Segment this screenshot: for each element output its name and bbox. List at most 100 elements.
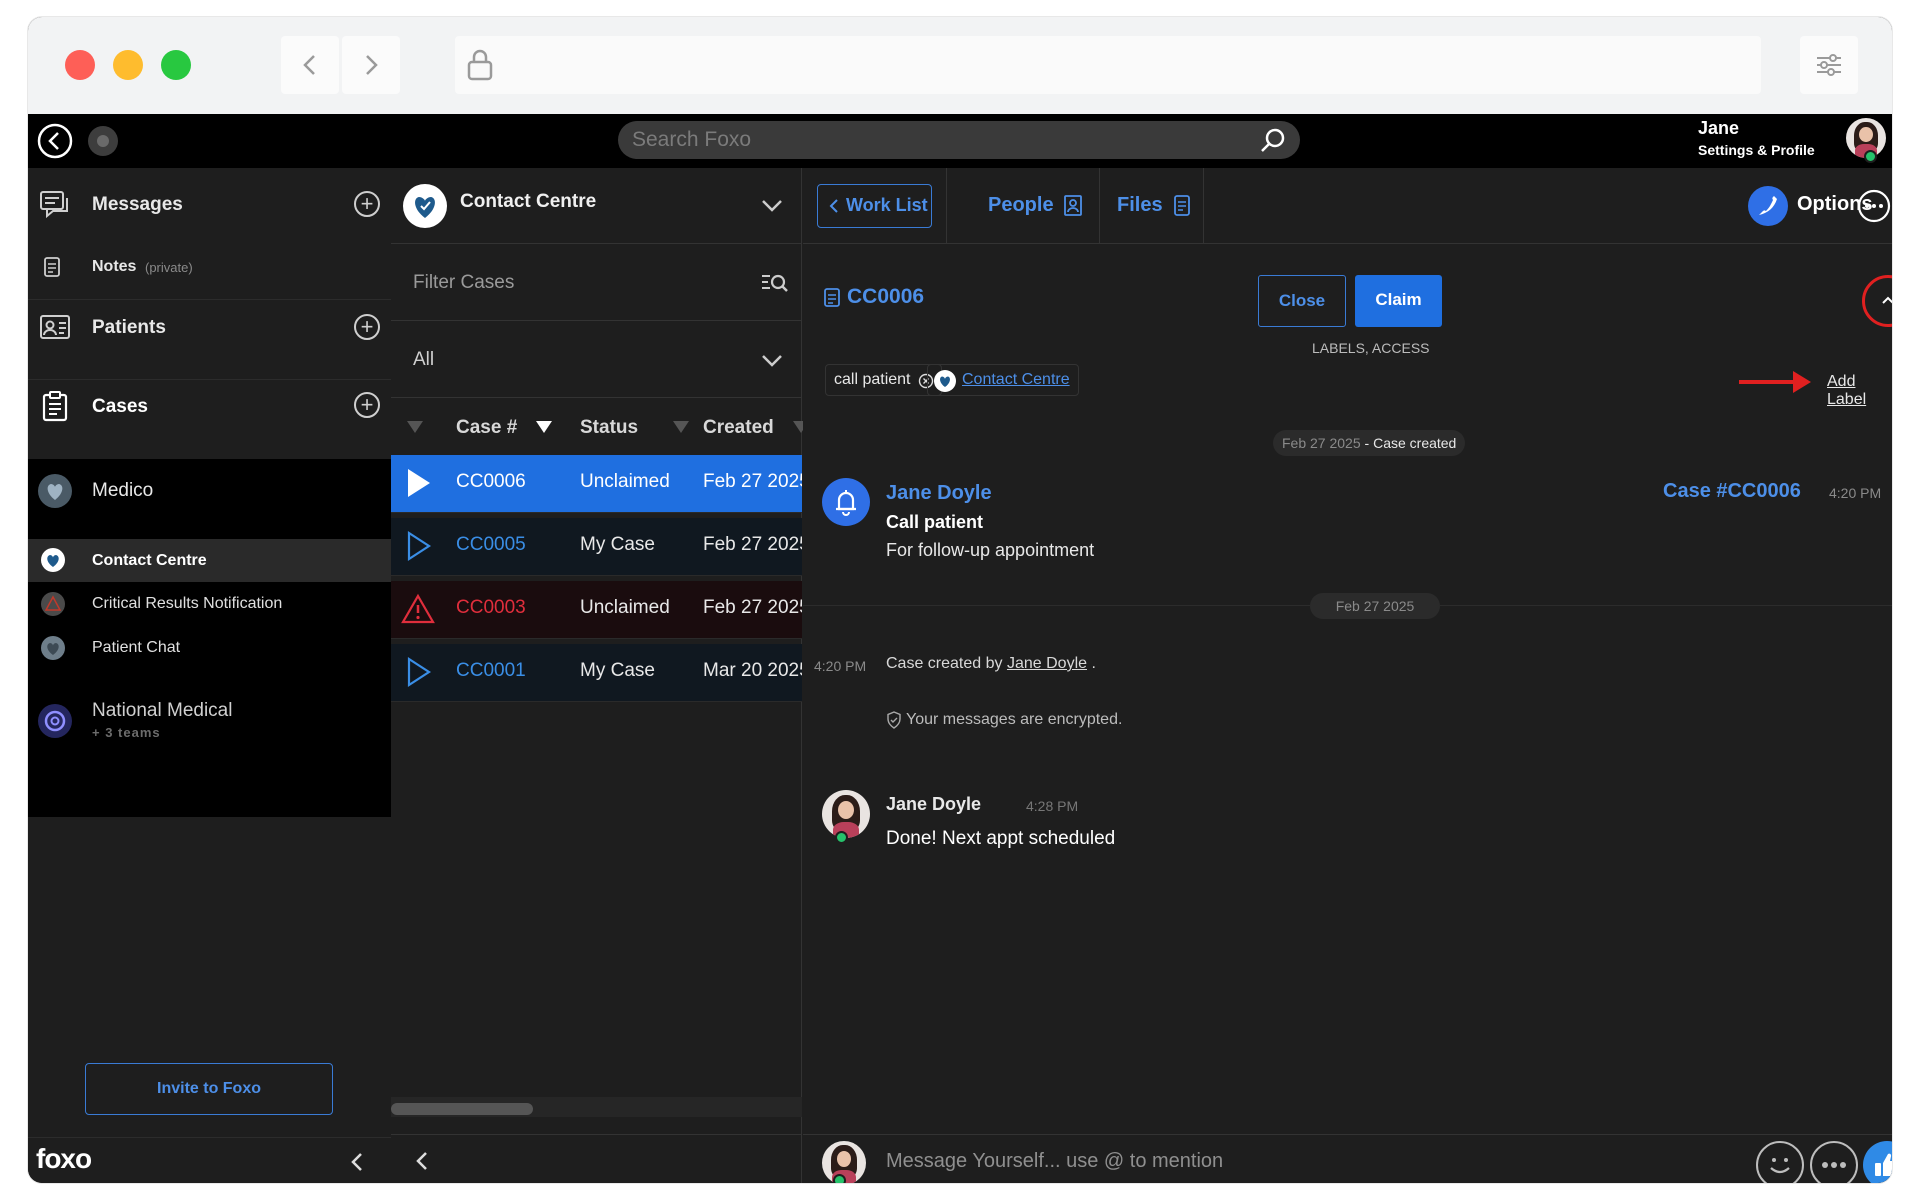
close-window-button[interactable] [65,50,95,80]
message-time: 4:28 PM [1026,798,1079,814]
emoji-button[interactable] [1756,1141,1804,1183]
status-filter-dropdown[interactable]: All [391,322,802,398]
sidebar-item-notes[interactable]: Notes (private) [28,256,391,286]
message-author[interactable]: Jane Doyle [886,794,981,815]
more-options-icon[interactable] [1856,188,1892,224]
case-row[interactable]: CC0005 My Case Feb 27 2025 [391,518,802,576]
case-id-heading: CC0006 [847,285,925,308]
sidebar-label-messages: Messages [92,194,183,215]
online-status-dot [833,1174,846,1183]
sidebar-item-critical-results[interactable]: Critical Results Notification [28,584,391,624]
message-input[interactable]: Message Yourself... use @ to mention [886,1150,1223,1173]
sidebar-label-critical-results: Critical Results Notification [92,595,283,612]
filter-placeholder: Filter Cases [413,272,515,293]
labels-access-heading: LABELS, ACCESS [1312,340,1430,356]
filter-search-icon[interactable] [761,272,789,294]
sort-desc-icon[interactable] [536,421,552,433]
maximize-window-button[interactable] [161,50,191,80]
event-author[interactable]: Jane Doyle [886,482,992,505]
org-team-count: + 3 teams [92,725,161,740]
browser-settings-button[interactable] [1800,36,1858,94]
tab-files[interactable]: Files [1117,194,1190,217]
work-list-button[interactable]: Work List [817,184,932,228]
tab-people[interactable]: People [988,194,1082,217]
sidebar-item-messages[interactable]: Messages + [28,188,391,224]
annotation-arrow-icon [1739,371,1811,393]
col-status[interactable]: Status [580,417,638,439]
created-pill-date: Feb 27 2025 [1282,435,1361,451]
settings-profile-link[interactable]: Settings & Profile [1698,142,1815,158]
more-actions-button[interactable] [1810,1141,1858,1183]
person-card-icon [1064,195,1082,216]
claim-case-button[interactable]: Claim [1355,275,1442,327]
message-author-avatar[interactable] [822,790,870,838]
col-created[interactable]: Created [703,417,774,439]
collapse-sidebar-icon[interactable] [348,1150,368,1174]
system-message-author[interactable]: Jane Doyle [1007,655,1087,672]
bell-avatar [822,478,870,526]
encryption-notice: Your messages are encrypted. [906,711,1123,728]
sidebar-item-contact-centre[interactable]: Contact Centre [28,539,391,582]
add-case-button[interactable]: + [354,392,380,418]
sidebar-item-medico[interactable]: Medico [28,468,391,512]
case-created: Feb 27 2025 [703,597,802,618]
collapse-panel-icon[interactable] [413,1149,433,1173]
bell-icon [836,490,856,516]
label-chip[interactable]: call patient [825,364,942,396]
col-case-number[interactable]: Case # [456,417,517,439]
created-pill-text: Case created [1373,435,1457,451]
browser-toolbar [28,17,1892,114]
user-menu[interactable]: Jane Settings & Profile [1698,118,1815,158]
minimize-window-button[interactable] [113,50,143,80]
filter-cases-input[interactable]: Filter Cases [391,245,802,321]
sort-triangle-icon[interactable] [407,421,423,433]
add-message-button[interactable]: + [354,191,380,217]
add-label-link[interactable]: Add Label [1827,373,1892,409]
sidebar-item-patients[interactable]: Patients + [28,310,391,346]
access-team-chip[interactable]: Contact Centre [927,364,1079,396]
event-case-link[interactable]: Case #CC0006 [1663,480,1801,503]
back-circle-icon[interactable] [36,122,74,160]
clipboard-icon [42,391,68,422]
sidebar-item-patient-chat[interactable]: Patient Chat [28,628,391,668]
online-status-dot [1864,150,1877,163]
contact-centre-icon [41,548,65,572]
sidebar-item-cases[interactable]: Cases + [28,388,391,424]
team-title: Contact Centre [460,191,597,212]
divider [1099,168,1100,244]
thumbs-up-button[interactable] [1863,1141,1892,1183]
call-button[interactable] [1748,186,1788,226]
system-message-period: . [1091,655,1096,672]
address-bar[interactable] [455,36,1761,94]
collapse-header-button[interactable] [1862,275,1892,327]
team-selector[interactable]: Contact Centre [391,168,802,244]
chevron-left-icon [303,55,315,75]
case-status: Unclaimed [580,471,670,492]
forward-button[interactable] [342,36,400,94]
case-row[interactable]: CC0006 Unclaimed Feb 27 2025 [391,455,802,513]
horizontal-scrollbar[interactable] [391,1097,802,1117]
sidebar-item-national-medical[interactable]: National Medical + 3 teams [28,688,391,748]
case-row[interactable]: CC0001 My Case Mar 20 2025 [391,644,802,702]
screen-capture-icon[interactable] [86,124,120,158]
add-patient-button[interactable]: + [354,314,380,340]
search-placeholder: Search Foxo [632,128,752,151]
case-row[interactable]: CC0003 Unclaimed Feb 27 2025 [391,581,802,639]
case-status: Unclaimed [580,597,670,618]
sidebar-label-notes: Notes [92,258,137,275]
case-list-panel: Contact Centre Filter Cases All Case # S… [391,168,809,1183]
scrollbar-thumb[interactable] [391,1103,533,1115]
patient-chat-icon [41,636,65,660]
app-window: Search Foxo Jane Settings & Profile Mess… [28,17,1892,1183]
close-case-button[interactable]: Close [1258,275,1346,327]
back-button[interactable] [281,36,339,94]
sidebar-label-patients: Patients [92,317,166,338]
date-pill: Feb 27 2025 [1310,593,1440,619]
status-filter-value: All [413,349,435,370]
search-input[interactable]: Search Foxo [618,121,1300,159]
sort-triangle-icon[interactable] [673,421,689,433]
invite-button[interactable]: Invite to Foxo [85,1063,333,1115]
tab-people-label: People [988,194,1054,216]
app-header: Search Foxo Jane Settings & Profile [28,114,1892,168]
case-tabs: Work List People Files Options [803,168,1892,244]
